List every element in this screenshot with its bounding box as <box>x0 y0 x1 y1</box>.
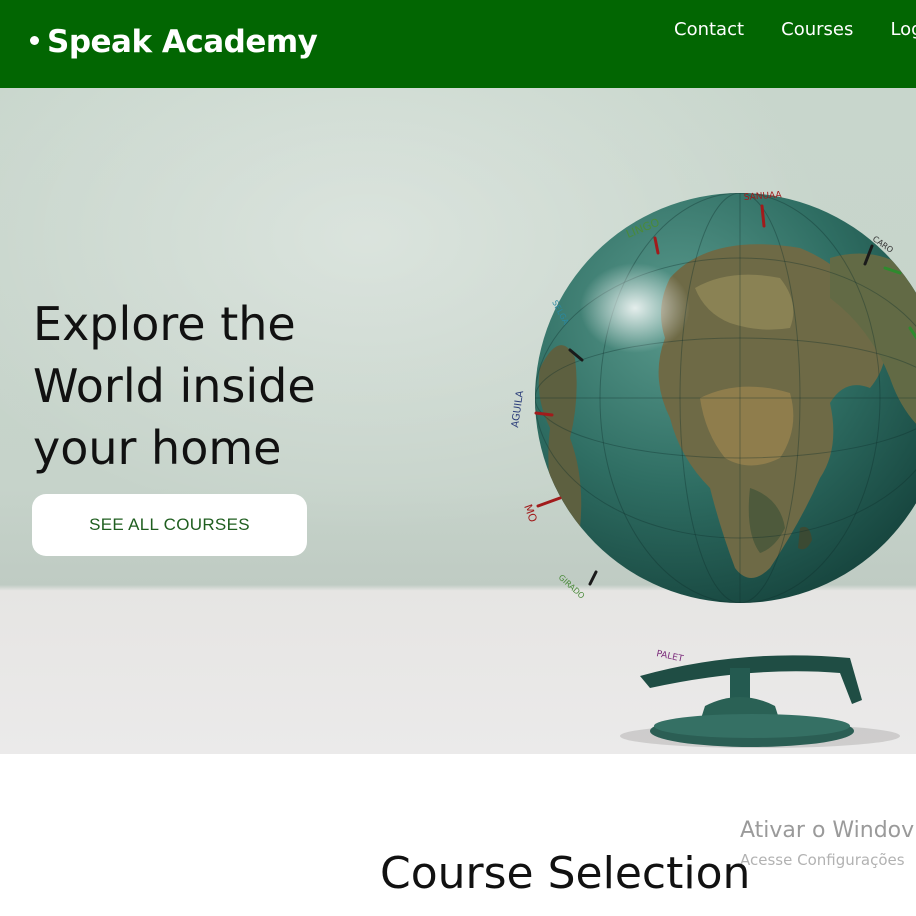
hero-title-line-2: World inside <box>33 359 316 413</box>
nav-courses-link[interactable]: Courses <box>781 19 853 40</box>
nav-login-link[interactable]: Log <box>890 19 916 40</box>
brand-name: Speak Academy <box>47 24 318 60</box>
globe-label-girado: GIRADO <box>557 573 587 601</box>
course-selection-title: Course Selection <box>380 848 751 899</box>
hero-title-line-1: Explore the <box>33 297 296 351</box>
nav-contact-link[interactable]: Contact <box>674 19 744 40</box>
windows-activation-title: Ativar o Windov <box>740 818 915 843</box>
windows-activation-subtitle: Acesse Configurações <box>740 851 905 869</box>
globe-label-aguila: AGUILA <box>510 390 526 429</box>
hero-title: Explore the World inside your home <box>33 293 393 479</box>
site-header: Speak Academy Contact Courses Log <box>0 0 916 88</box>
see-all-courses-button[interactable]: SEE ALL COURSES <box>32 494 307 556</box>
hero-section: LINGO SANUAA CARO SELGA AGUILA MO GIRADO… <box>0 88 916 754</box>
globe-label-palet: PALET <box>655 649 684 665</box>
brand-logo[interactable]: Speak Academy <box>30 24 318 60</box>
hero-title-line-3: your home <box>33 421 282 475</box>
brand-dot-icon <box>30 36 39 45</box>
globe-image: LINGO SANUAA CARO SELGA AGUILA MO GIRADO… <box>510 190 916 748</box>
main-nav: Contact Courses Log <box>674 19 916 40</box>
